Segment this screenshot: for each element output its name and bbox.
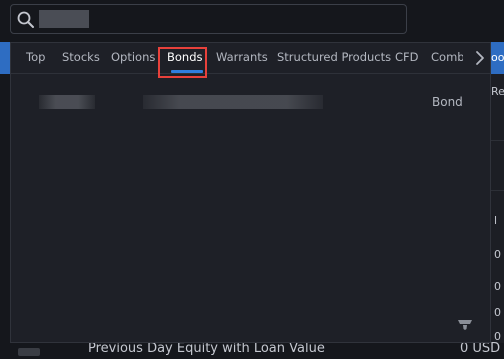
top-bar (0, 0, 504, 42)
tab-stocks[interactable]: Stocks (62, 50, 100, 64)
result-row[interactable]: Bond (11, 89, 490, 115)
background-side-text: Rea (491, 85, 504, 98)
background-header-text: oo (491, 51, 504, 64)
tab-top[interactable]: Top (26, 50, 45, 64)
redacted-description (143, 95, 323, 109)
search-results-popup: Top Stocks Options Bonds Warrants Struct… (10, 42, 491, 343)
tab-combo[interactable]: Comb (431, 50, 463, 64)
tab-warrants[interactable]: Warrants (216, 50, 268, 64)
tab-cfd[interactable]: CFD (395, 50, 419, 64)
background-side-text: l (494, 214, 498, 227)
background-side-text: 0 (494, 248, 501, 261)
tab-structured-products[interactable]: Structured Products (277, 50, 391, 64)
background-side-text: 0 (494, 280, 501, 293)
background-bottom-toggle (18, 348, 40, 356)
background-divider (491, 140, 504, 141)
active-tab-indicator (171, 70, 203, 73)
search-box[interactable] (10, 4, 407, 34)
tab-bonds[interactable]: Bonds (167, 50, 203, 64)
background-header-strip-right: oo (490, 42, 504, 74)
background-side-text: 0 (494, 306, 501, 319)
chevron-right-icon[interactable] (471, 49, 489, 67)
filter-icon[interactable] (457, 317, 473, 333)
search-input[interactable] (39, 10, 89, 28)
result-type: Bond (432, 95, 463, 109)
tab-bar: Top Stocks Options Bonds Warrants Struct… (11, 43, 490, 78)
tab-options[interactable]: Options (111, 50, 155, 64)
background-bottom-value: 0 USD (460, 341, 501, 356)
background-bottom-label: Previous Day Equity with Loan Value (88, 341, 325, 356)
background-divider (491, 190, 504, 191)
background-header-strip (0, 42, 10, 74)
redacted-symbol (39, 95, 95, 109)
search-icon (17, 11, 34, 28)
